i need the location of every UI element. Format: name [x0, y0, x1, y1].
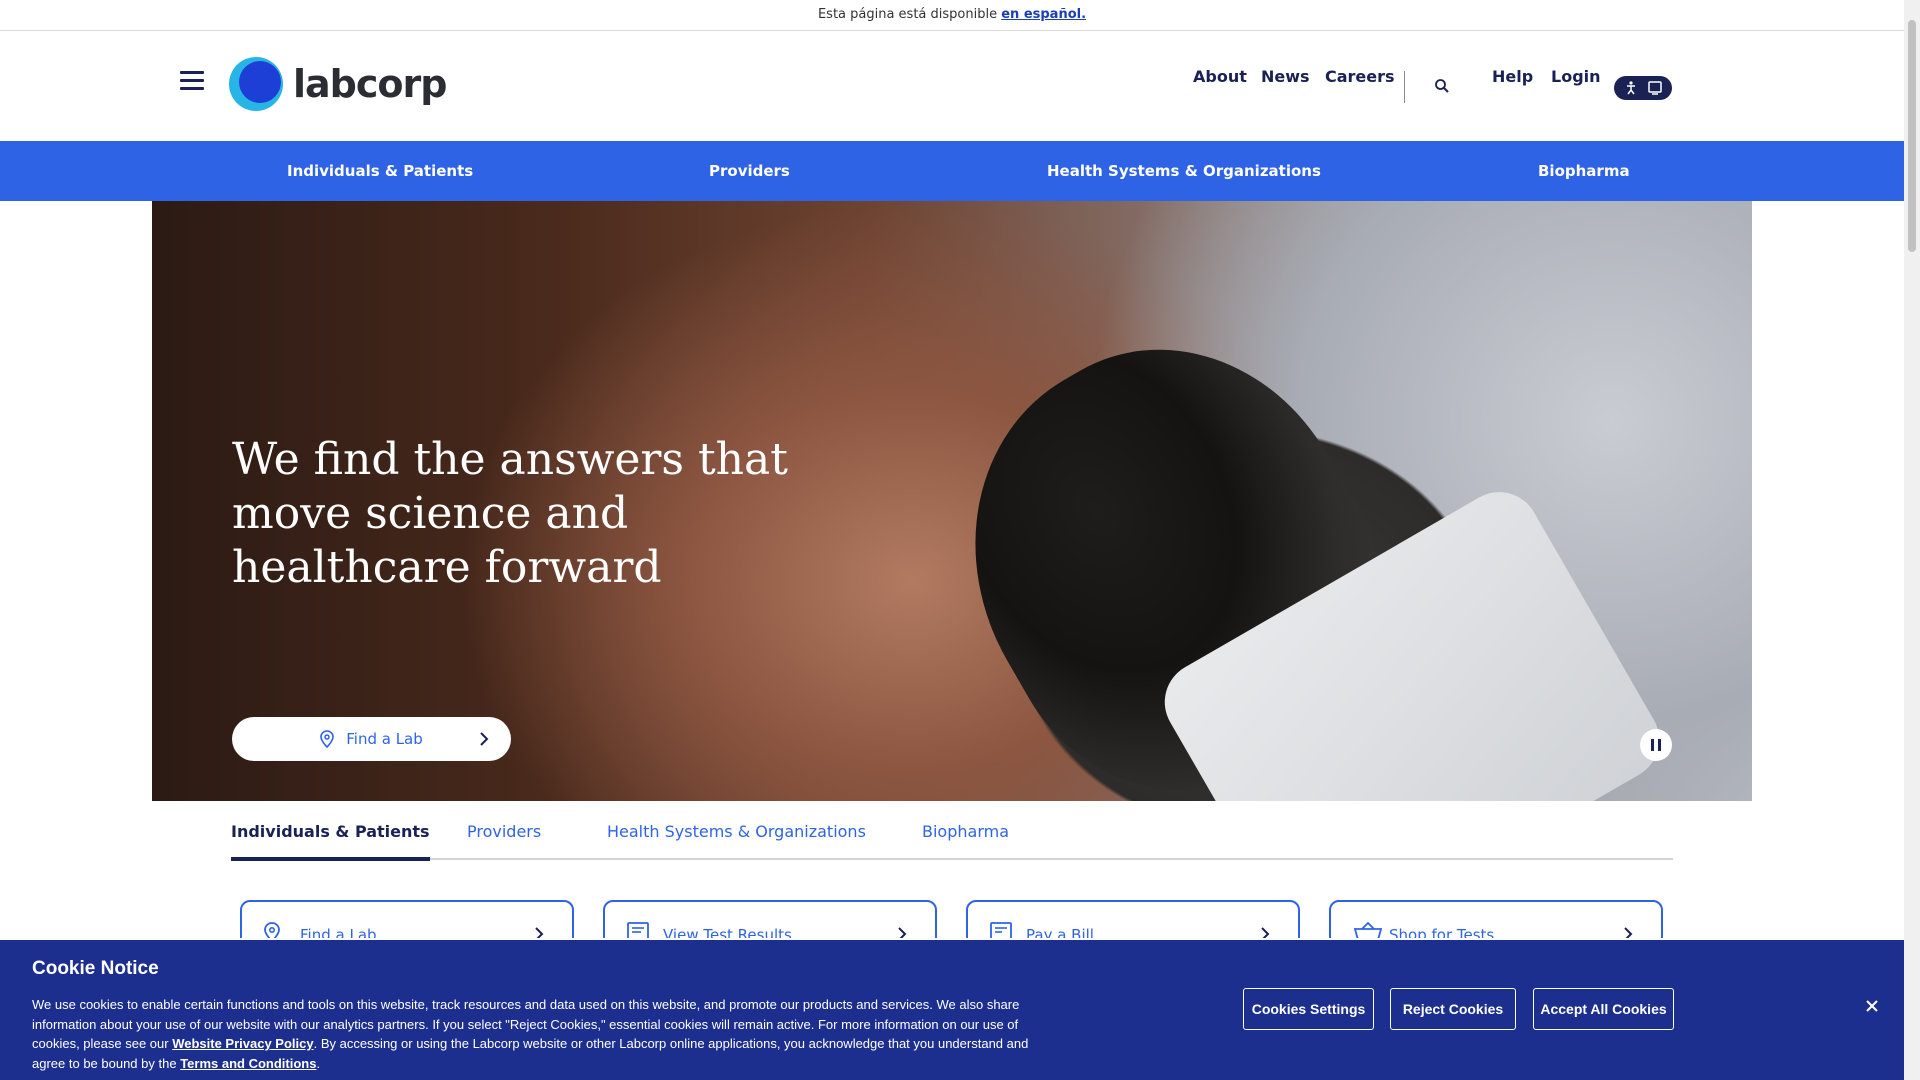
- accept-cookies-button[interactable]: Accept All Cookies: [1533, 988, 1674, 1030]
- tab-health-systems[interactable]: Health Systems & Organizations: [607, 820, 866, 844]
- tab-individuals[interactable]: Individuals & Patients: [231, 820, 430, 861]
- find-a-lab-label: Find a Lab: [346, 730, 423, 748]
- pause-button[interactable]: [1640, 729, 1672, 761]
- language-banner-text: Esta página está disponible: [817, 7, 1002, 22]
- nav-link-help[interactable]: Help: [1492, 67, 1533, 86]
- location-pin-icon: [320, 730, 335, 748]
- main-nav-biopharma[interactable]: Biopharma: [1538, 141, 1630, 201]
- labcorp-logo[interactable]: labcorp: [229, 57, 447, 111]
- main-nav-individuals[interactable]: Individuals & Patients: [287, 141, 473, 201]
- display-icon: [1648, 81, 1662, 95]
- scrollbar[interactable]: [1904, 0, 1920, 1080]
- logo-text: labcorp: [293, 62, 447, 106]
- logo-mark-icon: [229, 57, 283, 111]
- nav-link-news[interactable]: News: [1261, 67, 1310, 86]
- search-icon[interactable]: [1434, 78, 1450, 94]
- accessibility-toggle[interactable]: [1614, 76, 1672, 100]
- cookie-text: We use cookies to enable certain functio…: [32, 995, 1042, 1073]
- menu-icon[interactable]: [180, 71, 204, 91]
- nav-link-login[interactable]: Login: [1551, 67, 1601, 86]
- nav-link-about[interactable]: About: [1193, 67, 1247, 86]
- hero-banner: We find the answers that move science an…: [152, 201, 1752, 801]
- main-nav-health-systems[interactable]: Health Systems & Organizations: [1047, 141, 1321, 201]
- language-banner: Esta página está disponible en español.: [0, 0, 1904, 31]
- tab-providers[interactable]: Providers: [467, 820, 541, 844]
- privacy-policy-link[interactable]: Website Privacy Policy: [172, 1036, 313, 1051]
- spanish-link[interactable]: en español.: [1001, 7, 1086, 22]
- cookies-settings-button[interactable]: Cookies Settings: [1243, 988, 1374, 1030]
- nav-divider: [1404, 71, 1405, 103]
- find-a-lab-button[interactable]: Find a Lab: [232, 717, 511, 761]
- site-header: labcorp About News Careers Help Login: [0, 31, 1904, 141]
- chevron-right-icon: [480, 732, 489, 746]
- audience-tabs: Individuals & Patients Providers Health …: [231, 820, 1673, 861]
- reject-cookies-button[interactable]: Reject Cookies: [1390, 988, 1516, 1030]
- tab-biopharma[interactable]: Biopharma: [922, 820, 1009, 844]
- accessibility-icon: [1627, 81, 1635, 95]
- terms-link[interactable]: Terms and Conditions: [180, 1056, 316, 1071]
- nav-link-careers[interactable]: Careers: [1325, 67, 1395, 86]
- cookie-text-part: .: [316, 1055, 321, 1071]
- main-navigation: Individuals & Patients Providers Health …: [0, 141, 1904, 201]
- close-icon[interactable]: [1864, 998, 1880, 1014]
- cookie-title: Cookie Notice: [32, 958, 159, 979]
- main-nav-providers[interactable]: Providers: [709, 141, 790, 201]
- scrollbar-thumb[interactable]: [1908, 20, 1916, 252]
- hero-title: We find the answers that move science an…: [232, 434, 788, 593]
